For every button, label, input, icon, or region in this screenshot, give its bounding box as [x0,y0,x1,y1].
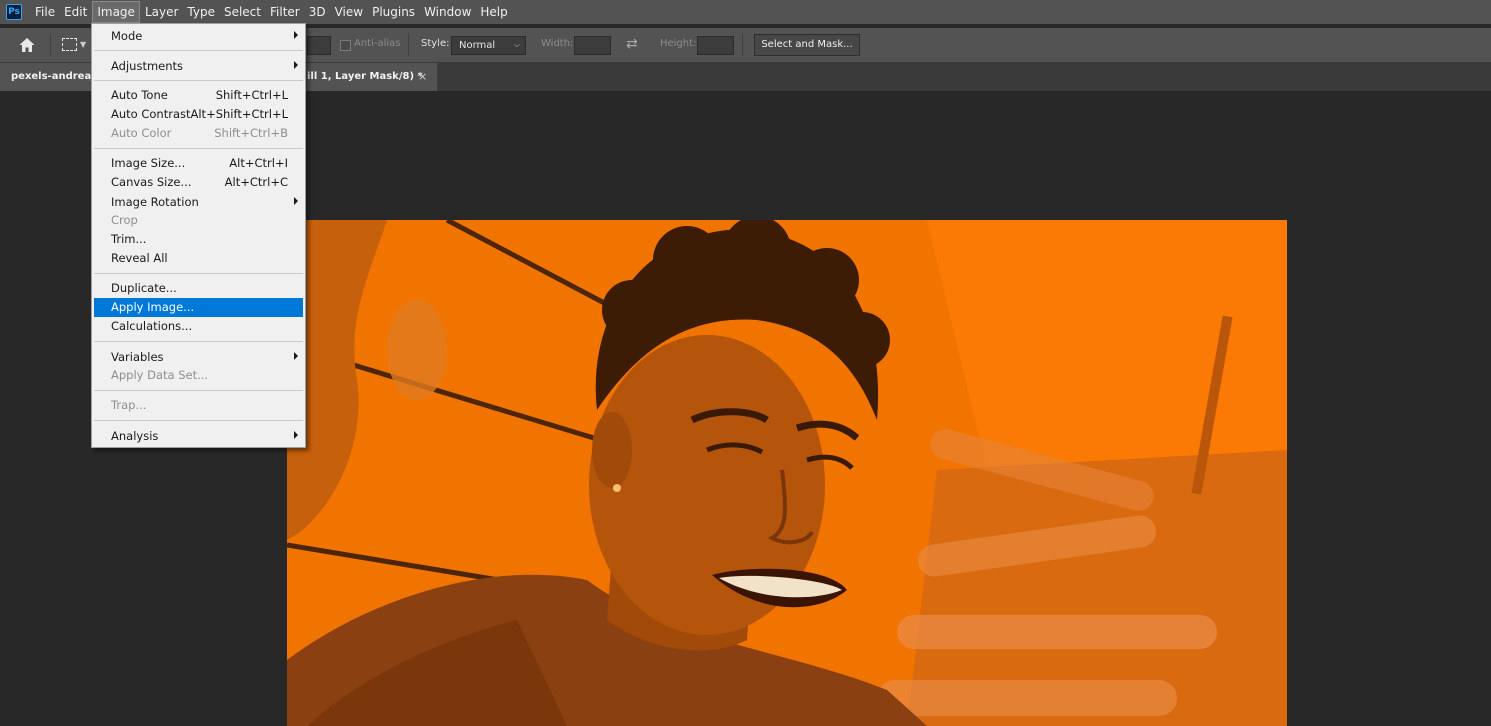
menu-item-adjustments[interactable]: Adjustments [94,57,303,76]
menu-plugins[interactable]: Plugins [368,1,419,23]
menu-item-image-rotation[interactable]: Image Rotation [94,193,303,212]
style-select[interactable]: Normal ⌵ [451,36,526,55]
menu-item-auto-tone[interactable]: Auto Tone Shift+Ctrl+L [94,86,303,105]
close-icon[interactable]: × [418,70,427,83]
anti-alias-checkbox[interactable] [340,40,351,51]
menu-item-auto-color: Auto Color Shift+Ctrl+B [111,126,288,140]
submenu-arrow-icon [294,352,298,360]
menu-item-analysis[interactable]: Analysis [94,427,303,446]
menu-item-image-size[interactable]: Image Size... Alt+Ctrl+I [94,154,303,173]
document-tab-title-suffix: ill 1, Layer Mask/8) * [307,71,423,82]
menu-separator [94,273,303,274]
feather-input[interactable] [307,36,331,55]
menu-separator [94,341,303,342]
image-menu-dropdown: Mode Adjustments Auto Tone Shift+Ctrl+L … [91,23,306,448]
menu-separator [94,148,303,149]
menu-item-apply-image[interactable]: Apply Image... [94,298,303,317]
menu-select[interactable]: Select [220,1,265,23]
menu-separator [94,50,303,51]
menu-separator [94,420,303,421]
home-icon[interactable] [18,36,36,54]
submenu-arrow-icon [294,197,298,205]
menu-separator [94,390,303,391]
select-and-mask-button[interactable]: Select and Mask... [754,34,860,56]
menu-item-mode[interactable]: Mode [94,27,303,46]
anti-alias-label: Anti-alias [354,38,401,49]
menu-window[interactable]: Window [420,1,475,23]
photoshop-logo-icon: Ps [6,4,22,20]
menu-item-auto-contrast[interactable]: Auto Contrast Alt+Shift+Ctrl+L [94,105,303,124]
width-input[interactable] [574,36,611,55]
photo-illustration [287,220,1287,726]
menu-item-reveal-all[interactable]: Reveal All [94,249,303,268]
menu-item-apply-data-set: Apply Data Set... [111,368,209,382]
options-divider [742,34,743,56]
submenu-arrow-icon [294,61,298,69]
menu-3d[interactable]: 3D [305,1,330,23]
menu-help[interactable]: Help [476,1,511,23]
menu-layer[interactable]: Layer [141,1,182,23]
menu-item-trim[interactable]: Trim... [94,230,303,249]
swap-arrows-icon[interactable]: ⇄ [626,36,638,52]
height-label: Height: [660,38,697,49]
menu-item-trap: Trap... [111,398,147,412]
menu-edit[interactable]: Edit [60,1,91,23]
menu-item-calculations[interactable]: Calculations... [94,317,303,336]
submenu-arrow-icon [294,431,298,439]
chevron-down-icon[interactable]: ▼ [80,40,86,49]
options-divider [50,34,51,56]
style-label: Style: [421,38,450,49]
height-input[interactable] [697,36,734,55]
menu-item-crop: Crop [111,213,138,227]
submenu-arrow-icon [294,31,298,39]
menu-item-variables[interactable]: Variables [94,348,303,367]
width-label: Width: [541,38,574,49]
menu-file[interactable]: File [31,1,59,23]
chevron-down-icon: ⌵ [513,40,520,49]
menu-item-duplicate[interactable]: Duplicate... [94,279,303,298]
menu-type[interactable]: Type [183,1,219,23]
options-divider [408,34,409,56]
menu-bar: Ps File Edit Image Layer Type Select Fil… [0,0,1491,24]
rectangular-marquee-icon[interactable] [62,38,77,51]
menu-separator [94,80,303,81]
menu-view[interactable]: View [331,1,367,23]
menu-filter[interactable]: Filter [266,1,304,23]
menu-item-canvas-size[interactable]: Canvas Size... Alt+Ctrl+C [94,173,303,192]
document-tab-title: pexels-andrea-p [11,71,103,82]
canvas-image[interactable] [287,220,1287,726]
menu-image[interactable]: Image [92,1,140,23]
style-select-value: Normal [459,40,496,51]
